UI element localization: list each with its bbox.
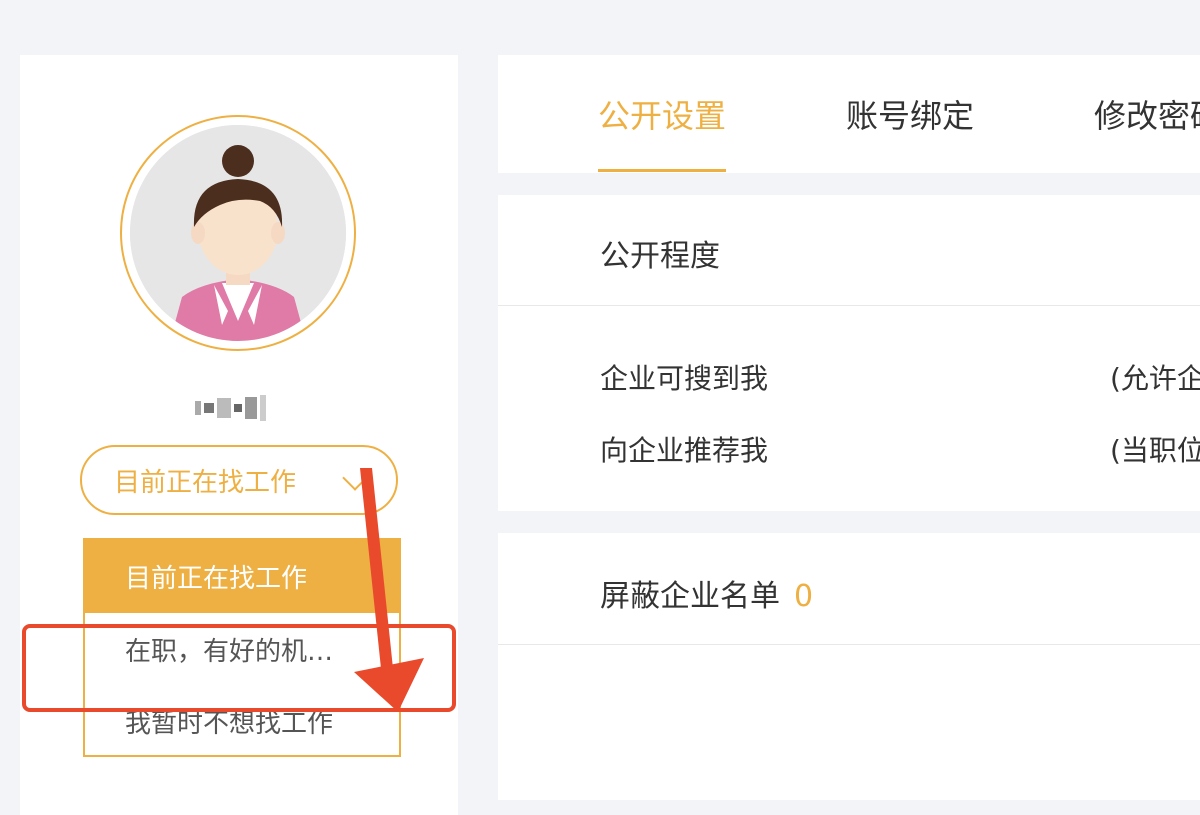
tab-change-password[interactable]: 修改密码: [1094, 91, 1200, 137]
tab-account-binding[interactable]: 账号绑定: [846, 91, 974, 137]
privacy-row-note-searchable: (允许企: [1110, 362, 1200, 395]
job-status-selected-value: 目前正在找工作: [114, 467, 297, 498]
avatar-ring: [120, 115, 356, 351]
tab-public-settings[interactable]: 公开设置: [598, 91, 726, 137]
blocklist-count: 0: [794, 579, 814, 614]
privacy-row-label-searchable: 企业可搜到我: [600, 362, 769, 395]
blocklist-heading[interactable]: 屏蔽企业名单 0: [600, 571, 813, 615]
active-tab-indicator: [598, 169, 726, 172]
avatar-illustration: [130, 125, 346, 341]
blocklist-panel: 屏蔽企业名单 0: [498, 533, 1200, 800]
privacy-row-note-recommend: (当职位: [1110, 434, 1200, 467]
privacy-panel: 公开程度 企业可搜到我 (允许企 向企业推荐我 (当职位: [498, 195, 1200, 511]
divider: [498, 644, 1200, 645]
chevron-down-icon: [342, 465, 368, 491]
privacy-heading: 公开程度: [600, 239, 720, 274]
divider: [498, 305, 1200, 306]
dropdown-option-looking[interactable]: 目前正在找工作: [85, 540, 399, 613]
settings-tabs: 公开设置 账号绑定 修改密码: [498, 55, 1200, 173]
annotation-highlight-box: [22, 624, 456, 712]
avatar[interactable]: [130, 125, 346, 341]
blocklist-heading-label: 屏蔽企业名单: [600, 579, 780, 614]
username-redacted: [195, 393, 285, 423]
job-status-select[interactable]: 目前正在找工作: [80, 445, 398, 515]
privacy-row-label-recommend: 向企业推荐我: [600, 434, 769, 467]
